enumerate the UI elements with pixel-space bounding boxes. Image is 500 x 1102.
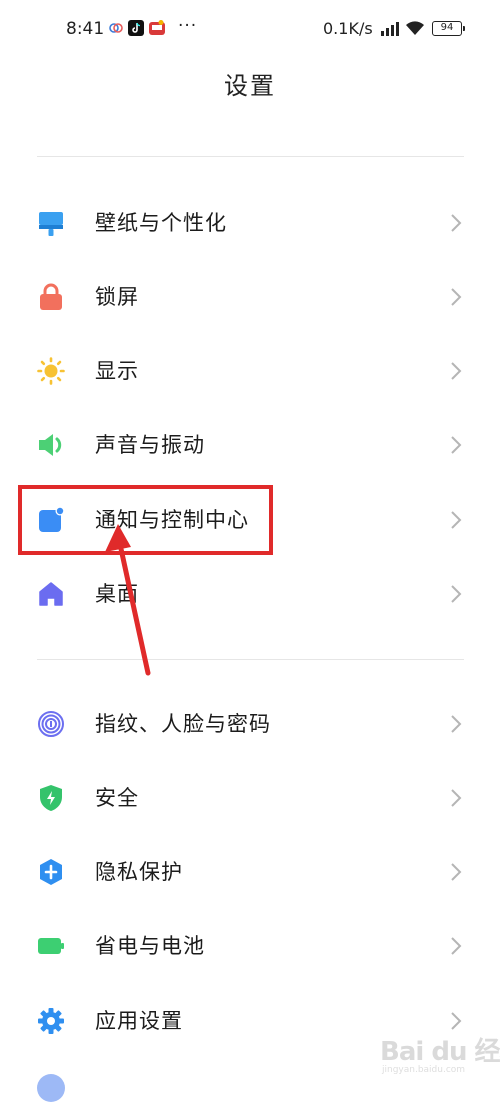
chevron-right-icon <box>451 288 462 306</box>
sun-icon <box>37 357 65 385</box>
settings-item-label: 声音与振动 <box>95 433 205 457</box>
settings-item-lock-screen[interactable]: 锁屏 <box>0 259 500 333</box>
divider <box>37 156 464 157</box>
chevron-right-icon <box>451 362 462 380</box>
lock-icon <box>40 283 62 310</box>
chevron-right-icon <box>451 436 462 454</box>
status-bar: 8:41 ··· 0.1K/s 94 <box>0 0 500 60</box>
settings-item-label: 应用设置 <box>95 1009 183 1033</box>
partially-visible-icon <box>37 1074 65 1102</box>
settings-item-label: 安全 <box>95 786 139 810</box>
settings-item-label: 显示 <box>95 359 139 383</box>
battery-icon <box>38 938 64 954</box>
settings-item-battery[interactable]: 省电与电池 <box>0 908 500 982</box>
settings-item-security[interactable]: 安全 <box>0 760 500 834</box>
settings-item-sound[interactable]: 声音与振动 <box>0 407 500 481</box>
more-notifications-icon: ··· <box>178 16 198 36</box>
battery-level: 94 <box>432 21 465 36</box>
highlight-box <box>18 485 273 555</box>
chevron-right-icon <box>451 511 462 529</box>
tiktok-icon <box>128 20 144 36</box>
settings-item-label: 壁纸与个性化 <box>95 211 227 235</box>
app-notification-icon <box>109 23 123 33</box>
settings-item-label: 省电与电池 <box>95 934 205 958</box>
network-speed: 0.1K/s <box>323 19 373 38</box>
divider <box>37 659 464 660</box>
watermark-text: Bai du 经验 <box>380 1037 500 1067</box>
clock: 8:41 <box>66 19 105 39</box>
fingerprint-icon <box>38 711 64 737</box>
settings-item-privacy[interactable]: 隐私保护 <box>0 834 500 908</box>
shield-icon <box>40 785 62 811</box>
chevron-right-icon <box>451 863 462 881</box>
privacy-icon <box>40 859 62 885</box>
settings-item-display[interactable]: 显示 <box>0 333 500 407</box>
settings-item-label: 桌面 <box>95 582 139 606</box>
chevron-right-icon <box>451 937 462 955</box>
wallpaper-icon <box>39 212 63 236</box>
app-badge-icon <box>149 20 165 35</box>
signal-icon <box>381 22 399 36</box>
settings-item-wallpaper[interactable]: 壁纸与个性化 <box>0 185 500 259</box>
gear-icon <box>38 1008 64 1034</box>
chevron-right-icon <box>451 789 462 807</box>
wifi-icon <box>406 21 424 35</box>
page-title: 设置 <box>224 72 276 100</box>
home-icon <box>39 582 63 606</box>
settings-item-label: 指纹、人脸与密码 <box>95 712 271 736</box>
speaker-icon <box>39 434 62 456</box>
chevron-right-icon <box>451 715 462 733</box>
chevron-right-icon <box>451 585 462 603</box>
baidu-jingyan-watermark: Bai du 经验 jingyan.baidu.com <box>380 1025 500 1081</box>
watermark-url: jingyan.baidu.com <box>382 1065 466 1075</box>
settings-item-fingerprint[interactable]: 指纹、人脸与密码 <box>0 686 500 760</box>
settings-item-label: 锁屏 <box>95 285 139 309</box>
settings-item-home-screen[interactable]: 桌面 <box>0 556 500 630</box>
settings-item-label: 隐私保护 <box>95 860 183 884</box>
chevron-right-icon <box>451 214 462 232</box>
